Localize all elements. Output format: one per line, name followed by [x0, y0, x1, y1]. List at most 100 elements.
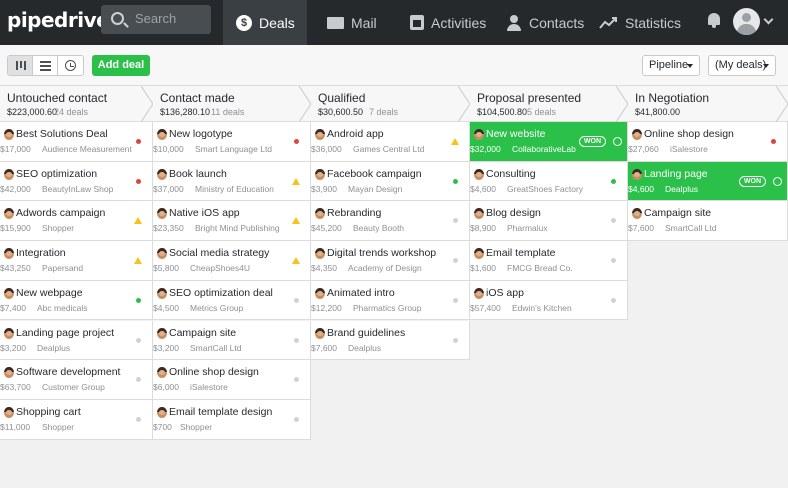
scheduled-activity-icon[interactable]: [136, 297, 141, 303]
deal-card[interactable]: Integration $43,250 Papersand: [0, 241, 153, 281]
no-activity-icon[interactable]: [611, 297, 616, 303]
deal-card[interactable]: Social media strategy $5,800 CheapShoes4U: [153, 241, 311, 281]
search-box[interactable]: Search: [101, 5, 211, 34]
nav-deals[interactable]: $ Deals: [223, 0, 307, 45]
contact-avatar: [157, 406, 167, 418]
deal-card[interactable]: Campaign site $7,600 SmartCall Ltd: [628, 201, 788, 242]
no-activity-icon[interactable]: [294, 416, 299, 422]
deal-card[interactable]: Landing page project $3,200 Dealplus: [0, 320, 153, 361]
deal-card[interactable]: Rebranding $45,200 Beauty Booth: [311, 201, 470, 242]
deal-card[interactable]: Blog design $8,900 Pharmalux: [470, 201, 628, 242]
list-view-icon[interactable]: [33, 56, 58, 75]
deal-card[interactable]: New logotype $10,000 Smart Language Ltd: [153, 122, 311, 162]
deal-card[interactable]: Online shop design $6,000 iSalestore: [153, 360, 311, 400]
deal-value: $45,200: [311, 223, 342, 234]
no-activity-icon[interactable]: [294, 337, 299, 343]
overdue-activity-icon[interactable]: [136, 139, 141, 144]
filter-dropdown[interactable]: (My deals): [708, 55, 776, 76]
deal-title: Email template: [486, 247, 556, 260]
pipedrive-logo[interactable]: pipedrive: [7, 8, 110, 32]
deal-organization: CheapShoes4U: [190, 263, 251, 274]
stage-header[interactable]: Untouched contact $223,000.60 24 deals: [0, 86, 154, 122]
nav-activities[interactable]: Activities: [410, 0, 486, 45]
deal-card[interactable]: Campaign site $3,200 SmartCall Ltd: [153, 320, 311, 361]
deal-title: Shopping cart: [16, 405, 81, 418]
deal-organization: Dealplus: [665, 183, 699, 194]
no-activity-icon[interactable]: [611, 218, 616, 224]
nav-statistics[interactable]: Statistics: [599, 0, 681, 45]
warning-icon[interactable]: [451, 138, 459, 145]
no-activity-icon[interactable]: [294, 377, 299, 383]
stage-name: In Negotiation: [635, 91, 710, 105]
top-navigation: pipedrive Search $ Deals Mail Activities…: [0, 0, 788, 45]
deal-card[interactable]: Best Solutions Deal $17,000 Audience Measu…: [0, 122, 153, 162]
deal-title: SEO optimization: [16, 167, 98, 180]
no-activity-icon[interactable]: [611, 258, 616, 264]
deal-card[interactable]: Adwords campaign $15,900 Shopper: [0, 201, 153, 242]
status-ring-icon[interactable]: [773, 176, 782, 186]
deal-organization: Beauty Booth: [353, 223, 405, 234]
deal-card[interactable]: Digital trends workshop $4,350 Academy of …: [311, 241, 470, 281]
deal-card[interactable]: Landing page $4,600 Dealplus WON: [628, 161, 788, 202]
stage-header[interactable]: In Negotiation $41,800.00: [628, 86, 788, 122]
deal-card[interactable]: New webpage $7,400 Abc medicals: [0, 280, 153, 321]
warning-icon[interactable]: [292, 217, 300, 225]
pipeline-dropdown[interactable]: Pipeline: [642, 55, 700, 76]
nav-contacts[interactable]: Contacts: [506, 0, 584, 45]
deal-title: Rebranding: [327, 207, 382, 220]
no-activity-icon[interactable]: [453, 337, 458, 343]
stage-header[interactable]: Contact made $136,280.10 11 deals: [153, 86, 312, 122]
deal-card[interactable]: Facebook campaign $3,900 Mayan Design: [311, 161, 470, 202]
deal-card[interactable]: Email template design $700 Shopper: [153, 399, 311, 440]
no-activity-icon[interactable]: [136, 337, 141, 343]
deal-title: Integration: [16, 247, 66, 260]
deal-card[interactable]: Android app $36,000 Games Central Ltd: [311, 122, 470, 162]
deal-card[interactable]: Animated intro $12,200 Pharmatics Group: [311, 280, 470, 321]
status-ring-icon[interactable]: [613, 137, 622, 146]
pipeline-view-icon[interactable]: [8, 56, 33, 75]
deal-card[interactable]: Brand guidelines $7,600 Dealplus: [311, 320, 470, 361]
no-activity-icon[interactable]: [136, 416, 141, 422]
deal-card[interactable]: SEO optimization deal $4,500 Metrics Group: [153, 280, 311, 321]
deal-title: Android app: [327, 128, 384, 140]
add-deal-button[interactable]: Add deal: [92, 55, 150, 76]
overdue-activity-icon[interactable]: [136, 178, 141, 184]
nav-mail[interactable]: Mail: [327, 0, 377, 45]
no-activity-icon[interactable]: [453, 297, 458, 303]
contact-avatar: [474, 287, 484, 299]
stage-header[interactable]: Proposal presented $104,500.80 5 deals: [470, 86, 629, 122]
warning-icon[interactable]: [134, 257, 142, 265]
deal-card[interactable]: iOS app $57,400 Edwin's Kitchen: [470, 280, 628, 321]
no-activity-icon[interactable]: [136, 377, 141, 383]
deal-card[interactable]: Book launch $37,000 Ministry of Education: [153, 161, 311, 202]
bell-icon[interactable]: [707, 12, 721, 28]
warning-icon[interactable]: [292, 257, 300, 265]
scheduled-activity-icon[interactable]: [611, 178, 616, 184]
contact-avatar: [157, 208, 167, 220]
warning-icon[interactable]: [134, 217, 142, 225]
contact-avatar: [315, 287, 325, 299]
no-activity-icon[interactable]: [294, 297, 299, 303]
deal-card[interactable]: New website $32,000 CollaborativeLab WON: [470, 122, 628, 162]
overdue-activity-icon[interactable]: [294, 139, 299, 144]
deal-card[interactable]: Consulting $4,600 GreatShoes Factory: [470, 161, 628, 202]
stage-name: Proposal presented: [477, 91, 582, 105]
no-activity-icon[interactable]: [453, 258, 458, 264]
deal-card[interactable]: SEO optimization $42,000 BeautyInLaw Shop: [0, 161, 153, 202]
overdue-activity-icon[interactable]: [771, 139, 776, 144]
deal-card[interactable]: Online shop design $27,060 iSalestore: [628, 122, 788, 162]
stage-header[interactable]: Qualified $30,600.50 7 deals: [311, 86, 471, 122]
deal-value: $12,200: [311, 302, 342, 313]
deal-card[interactable]: Email template $1,600 FMCG Bread Co.: [470, 241, 628, 281]
warning-icon[interactable]: [292, 177, 300, 185]
user-avatar[interactable]: [733, 8, 760, 35]
mail-icon: [327, 16, 344, 29]
deal-card[interactable]: Software development $63,700 Customer Grou…: [0, 360, 153, 400]
timeline-view-icon[interactable]: [58, 56, 83, 75]
scheduled-activity-icon[interactable]: [453, 178, 458, 184]
deal-title: Facebook campaign: [327, 167, 422, 180]
chevron-down-icon[interactable]: [763, 14, 774, 25]
deal-card[interactable]: Shopping cart $11,000 Shopper: [0, 399, 153, 440]
no-activity-icon[interactable]: [453, 218, 458, 224]
deal-card[interactable]: Native iOS app $23,350 Bright Mind Publish…: [153, 201, 311, 242]
